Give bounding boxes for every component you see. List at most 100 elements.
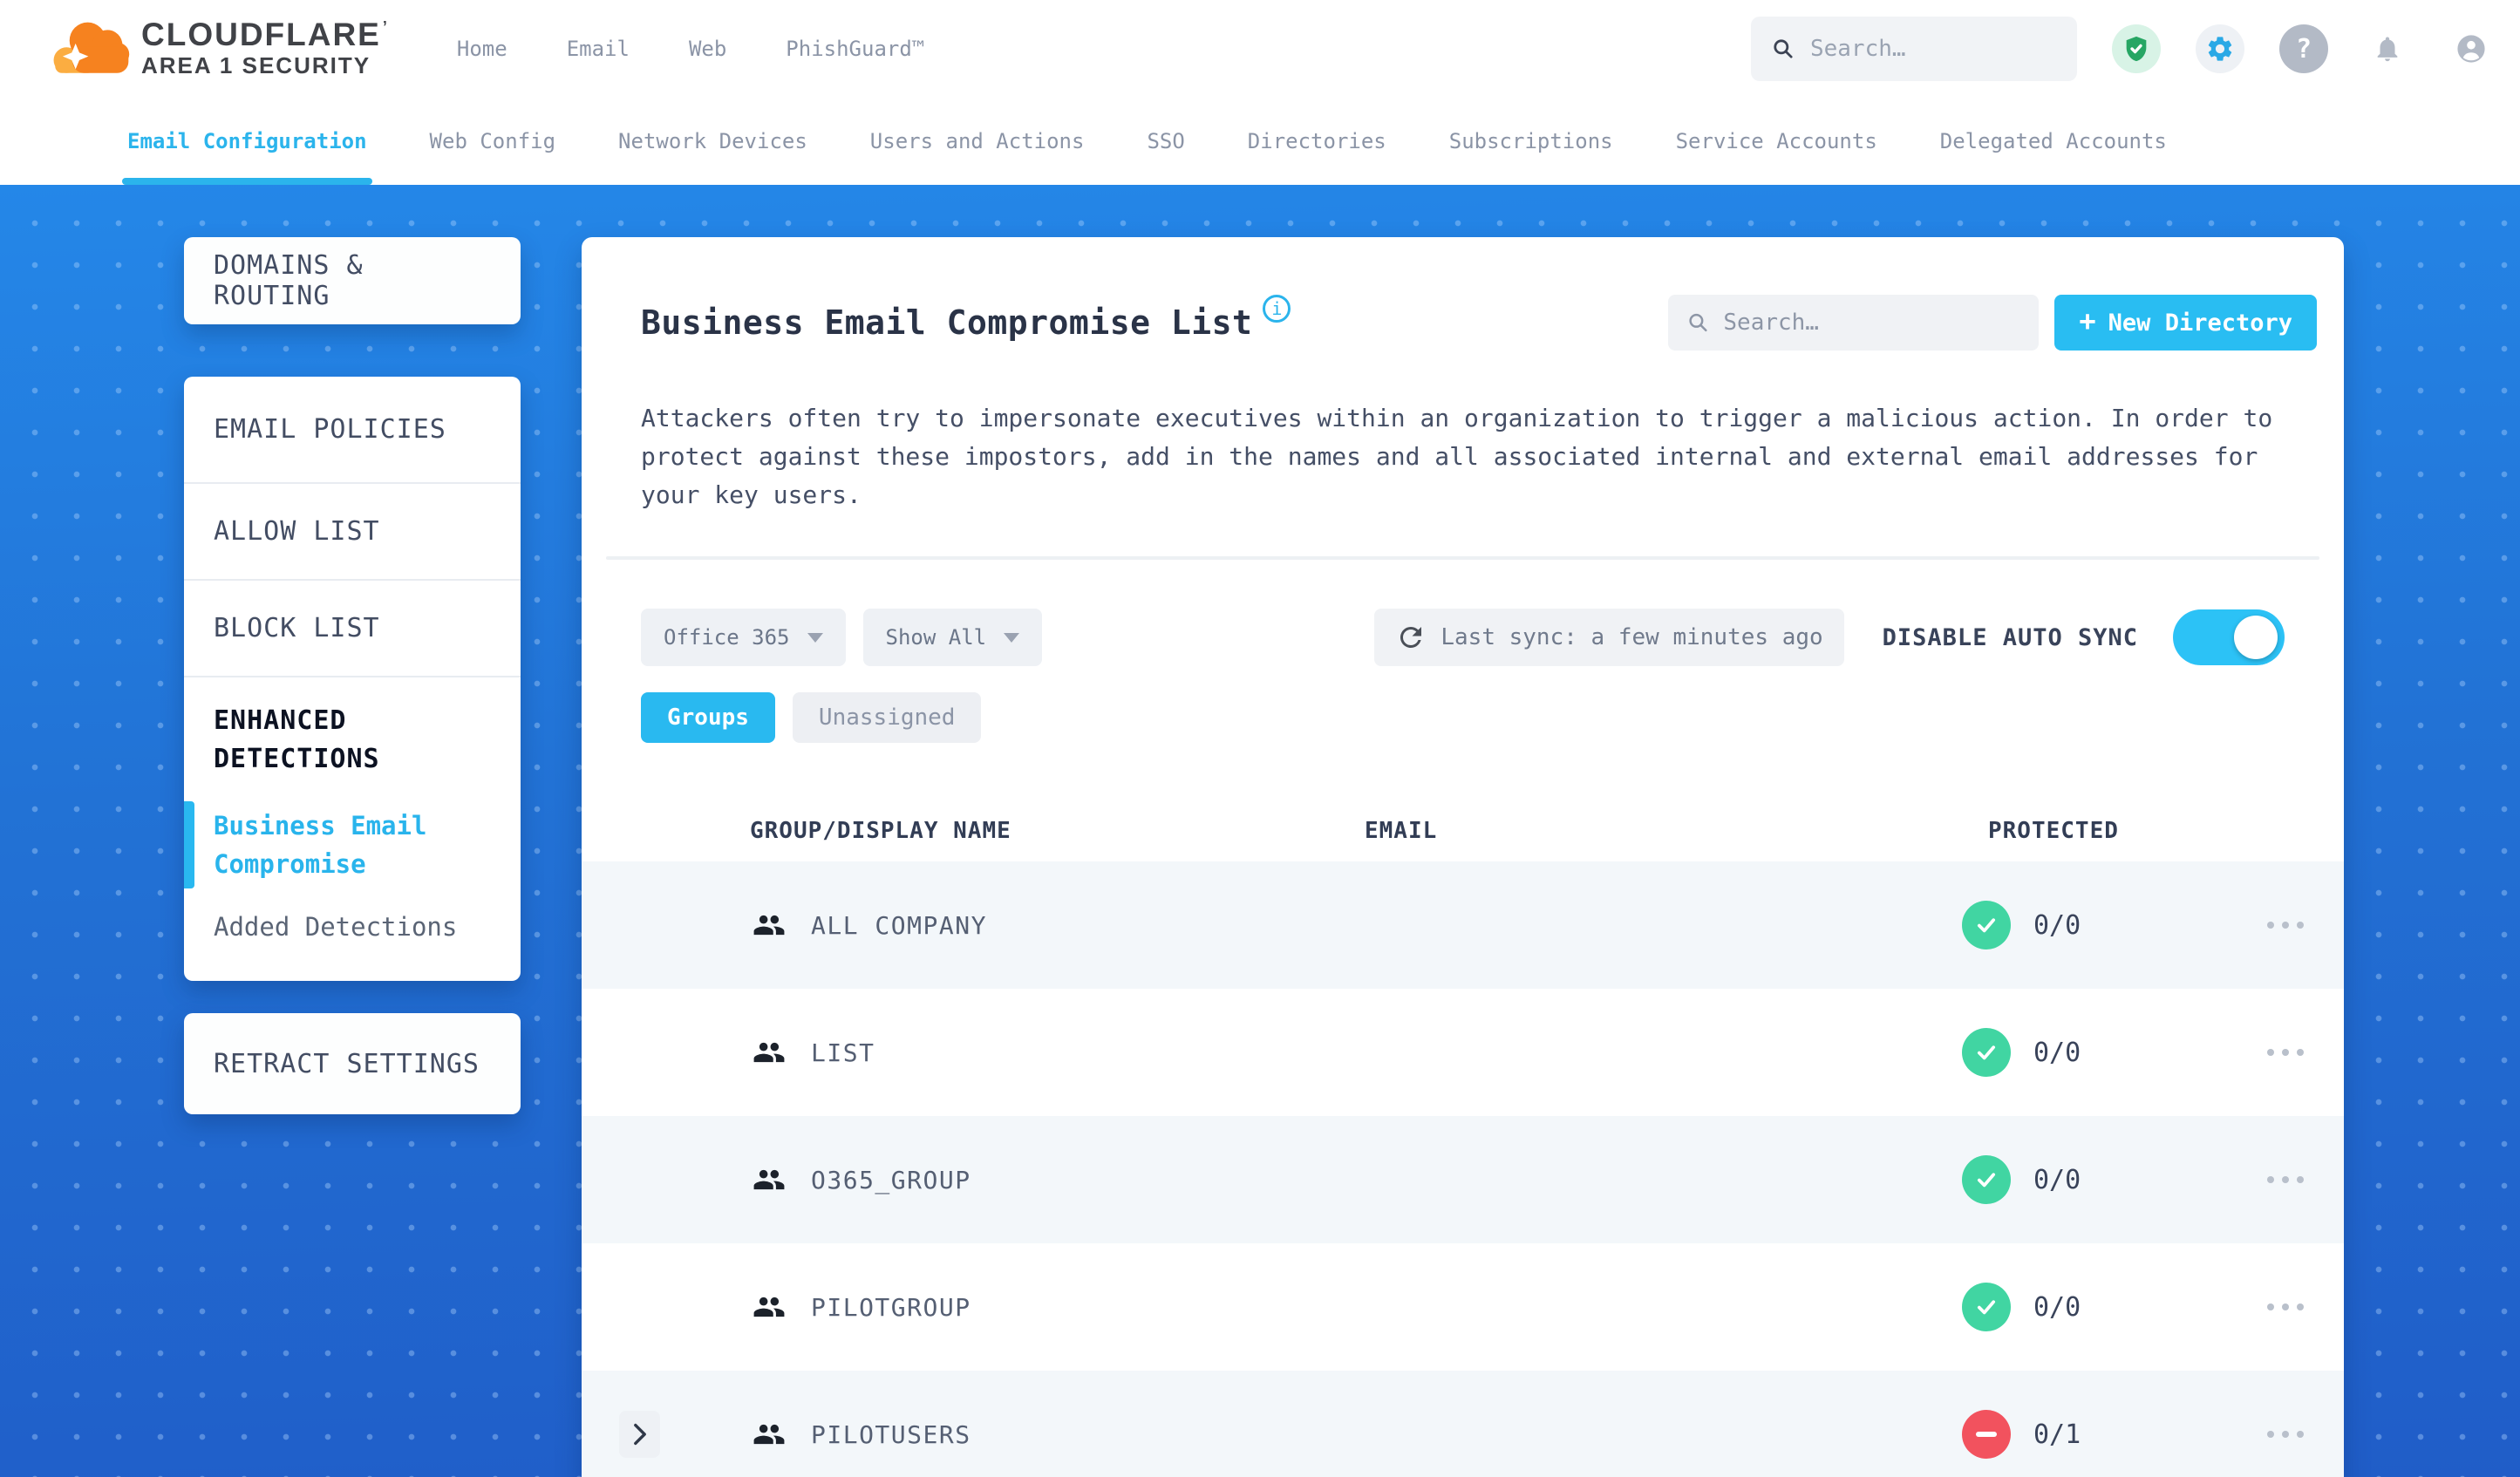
sidebar-item-enhanced-detections[interactable]: ENHANCED DETECTIONS xyxy=(214,702,379,779)
row-menu-button[interactable] xyxy=(2258,1176,2344,1183)
security-status-button[interactable] xyxy=(2112,24,2161,73)
last-sync-button[interactable]: Last sync: a few minutes ago xyxy=(1374,609,1844,666)
tab-users-and-actions[interactable]: Users and Actions xyxy=(870,98,1085,185)
not-protected-badge xyxy=(1962,1410,2011,1459)
column-header-email: EMAIL xyxy=(1365,818,1438,844)
list-search[interactable] xyxy=(1668,295,2040,351)
group-icon xyxy=(753,915,785,936)
brand-name: CLOUDFLARE xyxy=(141,17,381,52)
row-menu-button[interactable] xyxy=(2258,1431,2344,1438)
main-panel: Business Email Compromise List i + New D… xyxy=(582,237,2344,1477)
check-icon xyxy=(1977,1173,1996,1188)
bell-icon xyxy=(2377,37,2398,62)
tab-subscriptions[interactable]: Subscriptions xyxy=(1449,98,1613,185)
search-icon xyxy=(1774,39,1793,58)
tab-sso[interactable]: SSO xyxy=(1147,98,1184,185)
protected-count: 0/0 xyxy=(2033,1291,2081,1323)
row-menu-button[interactable] xyxy=(2258,1303,2344,1310)
sidebar-item-domains-routing[interactable]: DOMAINS & ROUTING xyxy=(184,237,521,324)
protected-badge xyxy=(1962,1028,2011,1077)
group-name: PILOTGROUP xyxy=(811,1292,971,1322)
last-sync-text: Last sync: a few minutes ago xyxy=(1440,624,1823,650)
sidebar-item-email-policies[interactable]: EMAIL POLICIES xyxy=(184,377,521,482)
tab-service-accounts[interactable]: Service Accounts xyxy=(1676,98,1877,185)
info-icon[interactable]: i xyxy=(1263,295,1291,323)
protected-count: 0/0 xyxy=(2033,1164,2081,1195)
table-row: LIST 0/0 xyxy=(582,989,2344,1116)
row-menu-button[interactable] xyxy=(2258,1049,2344,1056)
group-icon xyxy=(753,1424,785,1445)
new-directory-button[interactable]: + New Directory xyxy=(2054,295,2317,351)
groups-table: GROUP/DISPLAY NAME EMAIL PROTECTED ALL C… xyxy=(582,800,2344,1477)
directory-dropdown[interactable]: Office 365 xyxy=(641,609,846,666)
group-icon xyxy=(753,1297,785,1317)
tab-web-config[interactable]: Web Config xyxy=(430,98,556,185)
table-row: ALL COMPANY 0/0 xyxy=(582,861,2344,989)
auto-sync-toggle[interactable] xyxy=(2173,609,2285,665)
tab-unassigned[interactable]: Unassigned xyxy=(792,692,982,743)
chevron-down-icon xyxy=(1004,632,1020,643)
table-row: O365_GROUP 0/0 xyxy=(582,1116,2344,1243)
chevron-down-icon xyxy=(807,632,823,643)
sidebar-email-policies-card: EMAIL POLICIES ALLOW LIST BLOCK LIST ENH… xyxy=(184,377,521,981)
tab-groups[interactable]: Groups xyxy=(641,692,775,743)
ellipsis-icon xyxy=(2267,922,2274,929)
ellipsis-icon xyxy=(2267,1176,2274,1183)
sidebar-item-allow-list[interactable]: ALLOW LIST xyxy=(184,482,521,579)
tab-directories[interactable]: Directories xyxy=(1248,98,1386,185)
ellipsis-icon xyxy=(2267,1303,2274,1310)
top-navigation: Home Email Web PhishGuard™ xyxy=(457,37,924,61)
page-title: Business Email Compromise List xyxy=(641,303,1253,342)
cloudflare-cloud-icon xyxy=(53,22,130,73)
list-search-input[interactable] xyxy=(1723,310,2020,336)
column-header-name: GROUP/DISPLAY NAME xyxy=(750,818,1011,844)
group-icon xyxy=(753,1042,785,1063)
group-name: PILOTUSERS xyxy=(811,1419,971,1449)
table-row: PILOTUSERS 0/1 xyxy=(582,1371,2344,1477)
table-row: PILOTGROUP 0/0 xyxy=(582,1243,2344,1371)
topnav-home[interactable]: Home xyxy=(457,37,507,61)
protected-badge xyxy=(1962,901,2011,950)
check-icon xyxy=(1977,918,1996,933)
chevron-right-icon xyxy=(633,1423,646,1446)
check-icon xyxy=(1977,1045,1996,1060)
page-description: Attackers often try to impersonate execu… xyxy=(641,404,2273,509)
brand-subname: AREA 1 SECURITY xyxy=(141,52,371,78)
protected-badge xyxy=(1962,1155,2011,1204)
global-search[interactable] xyxy=(1751,17,2077,81)
topnav-email[interactable]: Email xyxy=(567,37,630,61)
page-background: DOMAINS & ROUTING EMAIL POLICIES ALLOW L… xyxy=(0,185,2520,1477)
expand-row-button[interactable] xyxy=(619,1411,660,1458)
group-icon xyxy=(753,1169,785,1190)
global-search-input[interactable] xyxy=(1809,36,2056,62)
sidebar-item-block-list[interactable]: BLOCK LIST xyxy=(184,579,521,676)
account-button[interactable] xyxy=(2447,24,2496,73)
cloudflare-logo: CLOUDFLARE ’ AREA 1 SECURITY xyxy=(45,16,389,82)
sidebar-item-business-email-compromise[interactable]: Business Email Compromise xyxy=(184,801,521,888)
sidebar-item-added-detections[interactable]: Added Detections xyxy=(214,908,491,946)
minus-icon xyxy=(1976,1432,1997,1437)
topnav-phishguard[interactable]: PhishGuard™ xyxy=(786,37,924,61)
search-icon xyxy=(1689,313,1707,332)
tab-email-configuration[interactable]: Email Configuration xyxy=(122,98,372,185)
question-icon: ? xyxy=(2295,33,2312,65)
help-button[interactable]: ? xyxy=(2279,24,2328,73)
tab-delegated-accounts[interactable]: Delegated Accounts xyxy=(1940,98,2167,185)
show-filter-dropdown[interactable]: Show All xyxy=(862,609,1043,666)
settings-button[interactable] xyxy=(2196,24,2244,73)
topnav-web[interactable]: Web xyxy=(689,37,726,61)
gear-icon xyxy=(2208,37,2232,61)
section-navigation: Email Configuration Web Config Network D… xyxy=(0,98,2520,185)
plus-icon: + xyxy=(2079,304,2096,337)
group-name: LIST xyxy=(811,1038,875,1067)
sidebar-item-retract-settings[interactable]: RETRACT SETTINGS xyxy=(184,1013,521,1114)
protected-count: 0/1 xyxy=(2033,1419,2081,1450)
protected-badge xyxy=(1962,1283,2011,1331)
row-menu-button[interactable] xyxy=(2258,922,2344,929)
tab-network-devices[interactable]: Network Devices xyxy=(618,98,807,185)
notifications-button[interactable] xyxy=(2363,24,2412,73)
group-name: O365_GROUP xyxy=(811,1165,971,1195)
shield-check-icon xyxy=(2126,36,2147,62)
top-bar: CLOUDFLARE ’ AREA 1 SECURITY Home Email … xyxy=(0,0,2520,98)
check-icon xyxy=(1977,1300,1996,1315)
